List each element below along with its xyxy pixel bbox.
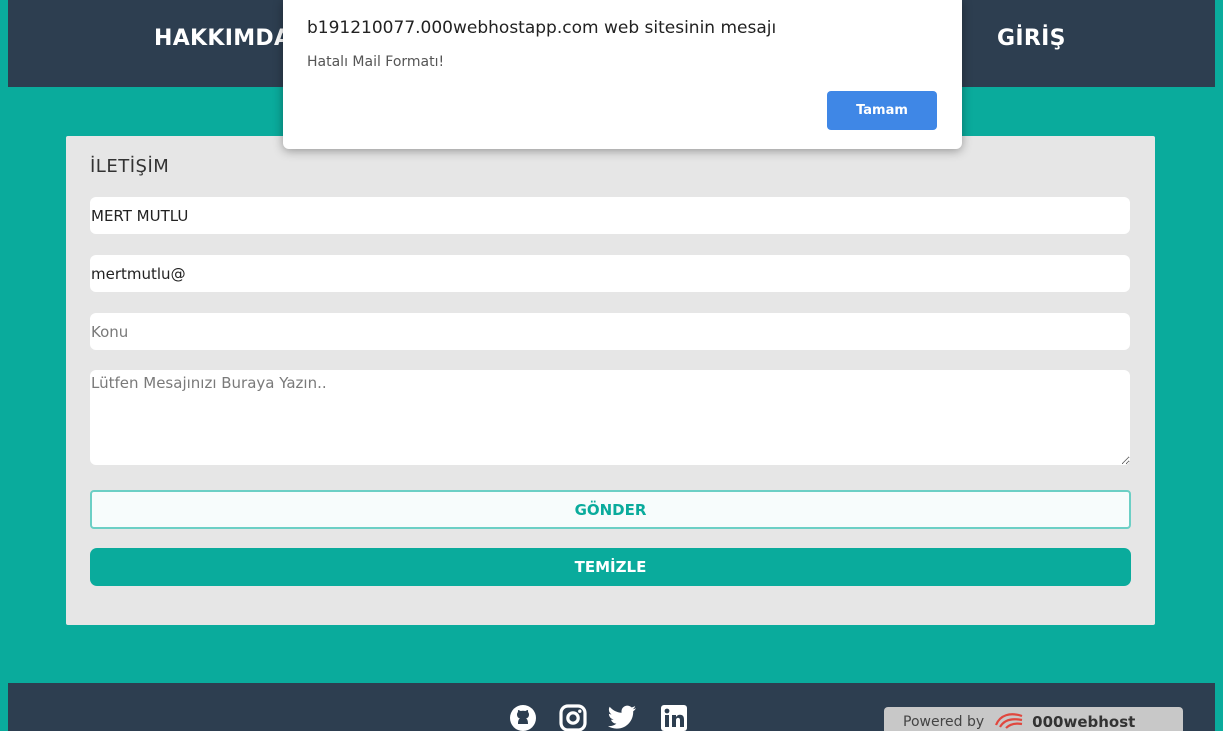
alert-dialog: b191210077.000webhostapp.com web sitesin…: [283, 0, 962, 149]
nav-link-login[interactable]: GİRİŞ: [997, 26, 1066, 51]
powered-by-badge[interactable]: Powered by 000webhost: [884, 707, 1183, 731]
footer: Powered by 000webhost: [8, 683, 1215, 731]
linkedin-icon[interactable]: [659, 703, 689, 731]
dialog-ok-button[interactable]: Tamam: [827, 91, 937, 130]
twitter-icon[interactable]: [607, 703, 637, 731]
nav-link-about[interactable]: HAKKIMDA: [154, 26, 291, 51]
dialog-message: Hatalı Mail Formatı!: [307, 54, 445, 70]
name-input[interactable]: [90, 197, 1130, 234]
000webhost-logo-icon: [994, 711, 1026, 731]
send-button[interactable]: GÖNDER: [90, 490, 1131, 529]
subject-input[interactable]: [90, 313, 1130, 350]
instagram-icon[interactable]: [558, 703, 588, 731]
dialog-title: b191210077.000webhostapp.com web sitesin…: [307, 18, 777, 38]
clear-button[interactable]: TEMİZLE: [90, 548, 1131, 586]
contact-card: İLETİŞİM GÖNDER TEMİZLE: [66, 136, 1155, 625]
github-icon[interactable]: [508, 703, 538, 731]
message-textarea[interactable]: [90, 370, 1130, 465]
powered-by-label: Powered by: [903, 714, 985, 730]
powered-by-brand: 000webhost: [1032, 713, 1136, 731]
email-input[interactable]: [90, 255, 1130, 292]
contact-title: İLETİŞİM: [90, 156, 170, 177]
